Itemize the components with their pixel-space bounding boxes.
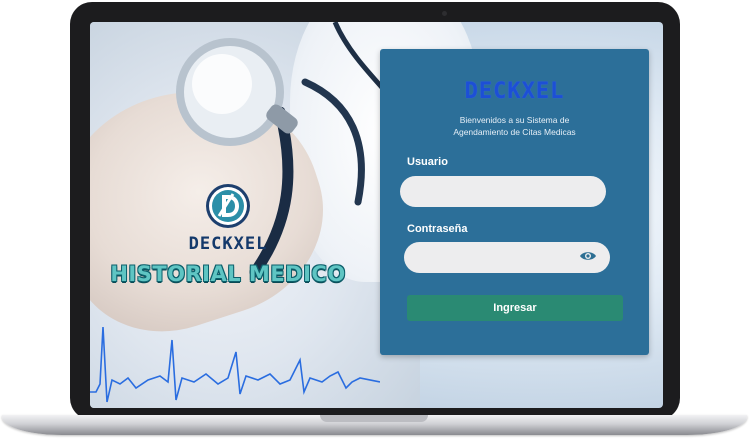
app-screen: DECKXEL HISTORIAL MEDICO DECKXEL Bienven… (90, 22, 663, 408)
welcome-line-2: Agendamiento de Citas Medicas (453, 127, 576, 137)
password-toggle-button[interactable] (578, 248, 598, 264)
username-input[interactable] (400, 176, 606, 207)
ecg-line-icon (90, 326, 380, 403)
card-brand-logo: DECKXEL (464, 79, 565, 104)
page-title: HISTORIAL MEDICO (110, 262, 346, 286)
password-label: Contraseña (407, 223, 468, 235)
login-card: DECKXEL Bienvenidos a su Sistema de Agen… (380, 49, 649, 355)
welcome-text: Bienvenidos a su Sistema de Agendamiento… (380, 114, 649, 138)
welcome-line-1: Bienvenidos a su Sistema de (459, 115, 570, 125)
eye-icon (580, 252, 596, 260)
camera-icon (442, 11, 447, 16)
username-label: Usuario (407, 156, 448, 168)
left-brand-logo: DECKXEL (188, 234, 268, 254)
login-submit-button[interactable]: Ingresar (407, 295, 623, 321)
d-badge-logo-icon (206, 184, 250, 228)
laptop-notch (320, 415, 428, 422)
